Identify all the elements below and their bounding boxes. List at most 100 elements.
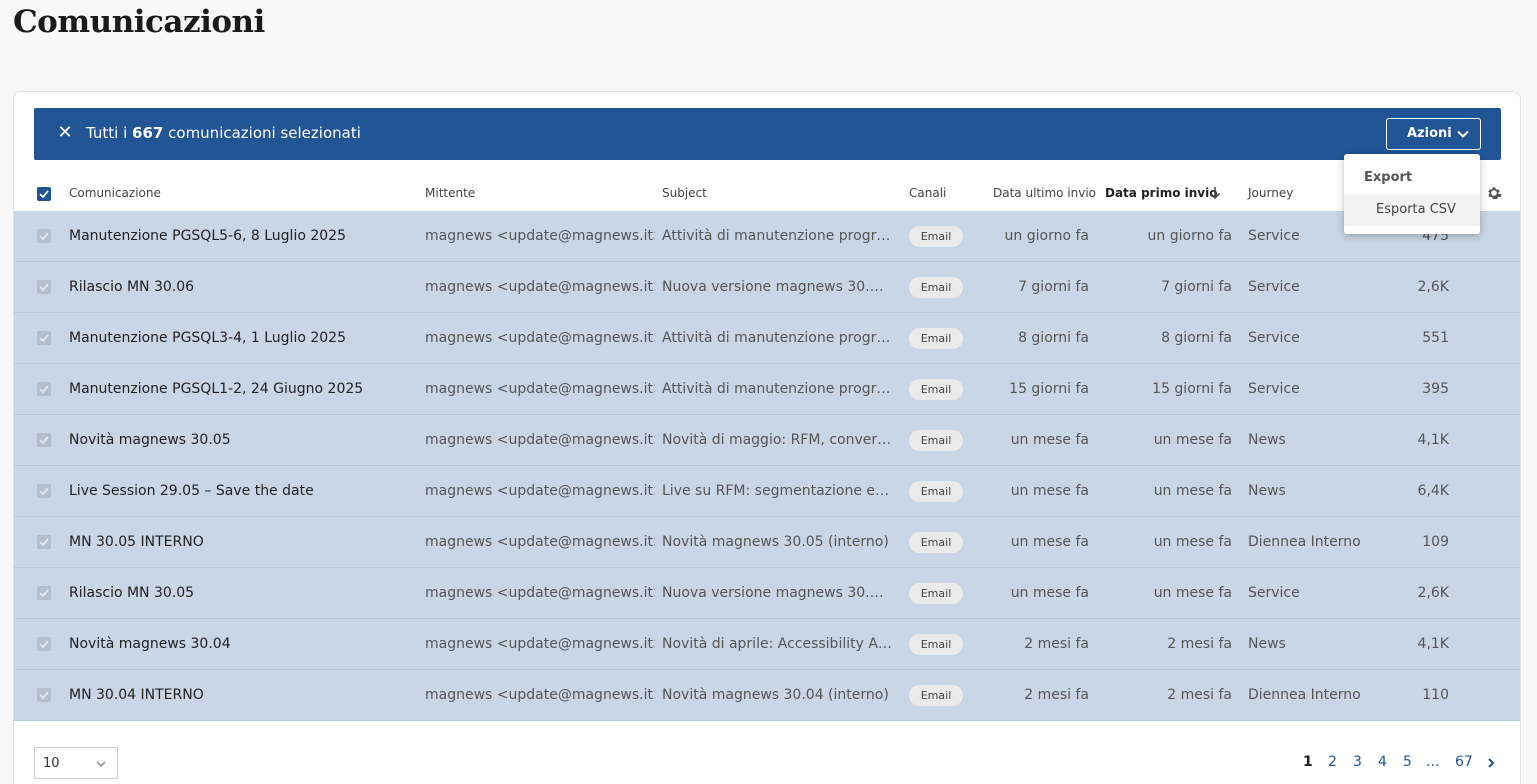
check-icon: [39, 487, 49, 496]
row-sender: magnews <update@magnews.it>: [425, 585, 655, 601]
column-header-channels[interactable]: Canali: [909, 186, 946, 200]
check-icon: [39, 232, 49, 241]
table-row[interactable]: Manutenzione PGSQL5-6, 8 Luglio 2025 magn…: [14, 211, 1520, 262]
page-size-value: 10: [43, 756, 60, 771]
row-first-send: un giorno fa: [1147, 228, 1232, 244]
row-name[interactable]: Rilascio MN 30.05: [69, 585, 409, 601]
row-first-send: 7 giorni fa: [1161, 279, 1232, 295]
column-header-subject[interactable]: Subject: [662, 186, 707, 200]
row-checkbox[interactable]: [37, 586, 51, 600]
row-count: 4,1K: [1417, 636, 1449, 652]
row-last-send: 7 giorni fa: [1018, 279, 1089, 295]
row-count: 551: [1422, 330, 1449, 346]
actions-button[interactable]: Azioni: [1386, 118, 1481, 150]
channel-badge: Email: [909, 583, 963, 604]
close-icon[interactable]: ✕: [55, 123, 75, 143]
table-row[interactable]: Novità magnews 30.04 magnews <update@magn…: [14, 619, 1520, 670]
row-journey: Service: [1248, 330, 1300, 346]
table-row[interactable]: Novità magnews 30.05 magnews <update@magn…: [14, 415, 1520, 466]
column-header-sender[interactable]: Mittente: [425, 186, 475, 200]
row-name[interactable]: Manutenzione PGSQL1-2, 24 Giugno 2025: [69, 381, 409, 397]
row-first-send: 15 giorni fa: [1152, 381, 1232, 397]
row-checkbox[interactable]: [37, 637, 51, 651]
chevron-right-icon[interactable]: [1485, 757, 1497, 769]
row-first-send: un mese fa: [1153, 585, 1232, 601]
channel-badge: Email: [909, 328, 963, 349]
arrow-down-icon[interactable]: [1209, 186, 1221, 200]
row-last-send: un mese fa: [1010, 432, 1089, 448]
row-checkbox[interactable]: [37, 484, 51, 498]
row-checkbox[interactable]: [37, 382, 51, 396]
row-count: 110: [1422, 687, 1449, 703]
row-name[interactable]: Live Session 29.05 – Save the date: [69, 483, 409, 499]
row-sender: magnews <update@magnews.it>: [425, 330, 655, 346]
row-last-send: un mese fa: [1010, 483, 1089, 499]
row-sender: magnews <update@magnews.it>: [425, 636, 655, 652]
row-first-send: un mese fa: [1153, 432, 1232, 448]
row-count: 2,6K: [1417, 279, 1449, 295]
row-first-send: un mese fa: [1153, 483, 1232, 499]
selection-bar: ✕ Tutti i 667 comunicazioni selezionati …: [34, 108, 1501, 160]
table-row[interactable]: Rilascio MN 30.06 magnews <update@magnews…: [14, 262, 1520, 313]
page-size-select[interactable]: 10: [34, 747, 118, 779]
table-row[interactable]: Manutenzione PGSQL3-4, 1 Luglio 2025 magn…: [14, 313, 1520, 364]
row-subject: Novità magnews 30.04 (interno): [662, 687, 889, 703]
page-link-5[interactable]: 5: [1403, 754, 1412, 770]
pagination-ellipsis: ...: [1426, 754, 1440, 770]
check-icon: [39, 190, 49, 199]
table-row[interactable]: MN 30.04 INTERNO magnews <update@magnews.…: [14, 670, 1520, 721]
row-checkbox[interactable]: [37, 433, 51, 447]
row-name[interactable]: Manutenzione PGSQL5-6, 8 Luglio 2025: [69, 228, 409, 244]
row-journey: News: [1248, 636, 1286, 652]
row-last-send: un mese fa: [1010, 585, 1089, 601]
row-last-send: un giorno fa: [1004, 228, 1089, 244]
row-name[interactable]: MN 30.04 INTERNO: [69, 687, 409, 703]
channel-badge: Email: [909, 481, 963, 502]
page-link-67[interactable]: 67: [1455, 754, 1473, 770]
page-title: Comunicazioni: [13, 4, 265, 40]
row-name[interactable]: Novità magnews 30.04: [69, 636, 409, 652]
check-icon: [39, 385, 49, 394]
table-row[interactable]: MN 30.05 INTERNO magnews <update@magnews.…: [14, 517, 1520, 568]
row-sender: magnews <update@magnews.it>: [425, 534, 655, 550]
table-row[interactable]: Live Session 29.05 – Save the date magnew…: [14, 466, 1520, 517]
check-icon: [39, 640, 49, 649]
row-name[interactable]: Rilascio MN 30.06: [69, 279, 409, 295]
row-subject: Novità di maggio: RFM, conversi...: [662, 432, 892, 448]
select-all-checkbox[interactable]: [37, 187, 51, 201]
page-link-1[interactable]: 1: [1303, 754, 1313, 770]
row-checkbox[interactable]: [37, 535, 51, 549]
row-checkbox[interactable]: [37, 280, 51, 294]
channel-badge: Email: [909, 277, 963, 298]
row-subject: Attività di manutenzione progra...: [662, 381, 892, 397]
row-checkbox[interactable]: [37, 331, 51, 345]
export-csv-menu-item[interactable]: Esporta CSV: [1344, 194, 1480, 226]
row-name[interactable]: Manutenzione PGSQL3-4, 1 Luglio 2025: [69, 330, 409, 346]
table-row[interactable]: Rilascio MN 30.05 magnews <update@magnews…: [14, 568, 1520, 619]
row-name[interactable]: Novità magnews 30.05: [69, 432, 409, 448]
selection-text: Tutti i 667 comunicazioni selezionati: [86, 124, 361, 142]
row-subject: Live su RFM: segmentazione effi...: [662, 483, 892, 499]
column-header-first-send[interactable]: Data primo invio: [1105, 186, 1217, 200]
column-header-journey[interactable]: Journey: [1248, 186, 1293, 200]
page-link-2[interactable]: 2: [1328, 754, 1337, 770]
page-link-3[interactable]: 3: [1353, 754, 1362, 770]
channel-badge: Email: [909, 379, 963, 400]
column-header-last-send[interactable]: Data ultimo invio: [993, 186, 1096, 200]
row-count: 4,1K: [1417, 432, 1449, 448]
row-name[interactable]: MN 30.05 INTERNO: [69, 534, 409, 550]
row-checkbox[interactable]: [37, 229, 51, 243]
row-checkbox[interactable]: [37, 688, 51, 702]
actions-button-label: Azioni: [1407, 126, 1452, 141]
column-header-name[interactable]: Comunicazione: [69, 186, 161, 200]
row-subject: Attività di manutenzione progra...: [662, 330, 892, 346]
gear-icon[interactable]: [1486, 185, 1502, 201]
page-link-4[interactable]: 4: [1378, 754, 1387, 770]
table-row[interactable]: Manutenzione PGSQL1-2, 24 Giugno 2025 mag…: [14, 364, 1520, 415]
row-subject: Novità magnews 30.05 (interno): [662, 534, 889, 550]
communications-card: ✕ Tutti i 667 comunicazioni selezionati …: [13, 91, 1521, 784]
row-sender: magnews <update@magnews.it>: [425, 279, 655, 295]
row-count: 109: [1422, 534, 1449, 550]
row-subject: Nuova versione magnews 30.05 ...: [662, 585, 892, 601]
row-subject: Attività di manutenzione progra...: [662, 228, 892, 244]
